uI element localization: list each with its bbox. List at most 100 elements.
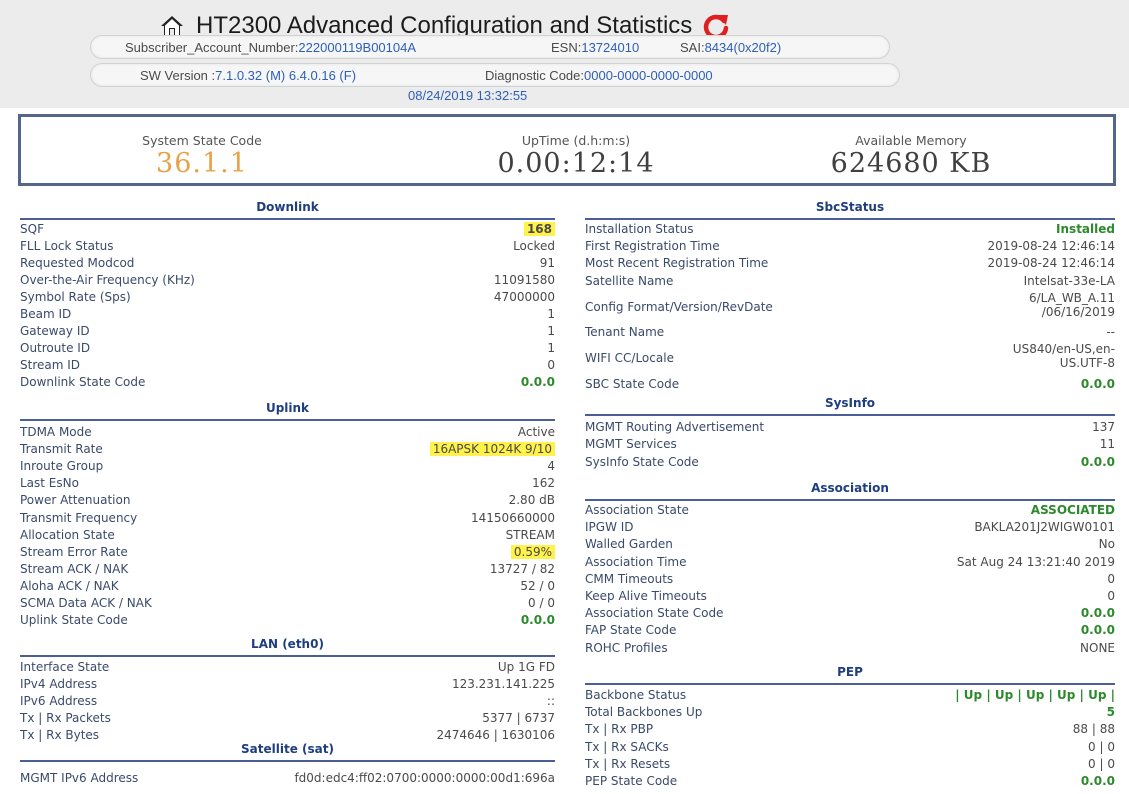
lan-row-label: IPv6 Address: [20, 694, 98, 708]
association-row-label: Association State Code: [585, 606, 724, 621]
satellite-divider: [20, 760, 555, 762]
association-row-value-text: 0: [1107, 571, 1115, 586]
uplink-row: Power Attenuation 2.80 dB: [20, 493, 555, 510]
sbc-row-value-text: 2019-08-24 12:46:14: [987, 256, 1115, 271]
downlink-row-label: Beam ID: [20, 307, 72, 321]
association-row: ROHC Profiles NONE: [585, 641, 1115, 658]
uptime-label: UpTime (d.h:m:s): [521, 133, 631, 148]
lan-row-label: Tx | Rx Packets: [20, 711, 111, 725]
esn: ESN:13724010: [551, 40, 640, 55]
uplink-row: Inroute Group 4: [20, 459, 555, 476]
downlink-row-value-text: 11091580: [493, 273, 555, 287]
sysinfo-section-title: SysInfo: [824, 396, 876, 410]
downlink-row-label: SQF: [20, 222, 44, 236]
pep-row-value: 88 | 88: [1073, 722, 1115, 736]
sysinfo-row: MGMT Services 11: [585, 437, 1115, 454]
lan-row: IPv4 Address 123.231.141.225: [20, 677, 555, 694]
lan-row: Interface State Up 1G FD: [20, 660, 555, 677]
association-row: Association State Code 0.0.0: [585, 606, 1115, 623]
uplink-row-value: 0.59%: [510, 544, 555, 559]
lan-row-label: IPv4 Address: [20, 677, 98, 691]
sysinfo-divider: [585, 414, 1115, 416]
association-row-value: Sat Aug 24 13:21:40 2019: [957, 555, 1115, 569]
association-row-value-text: NONE: [1080, 640, 1115, 655]
downlink-row-label: Symbol Rate (Sps): [20, 290, 131, 304]
uplink-row-value: STREAM: [506, 528, 555, 542]
association-row-value: 0: [1107, 589, 1115, 603]
downlink-row-value: 0: [547, 358, 555, 372]
sysinfo-row: SysInfo State Code 0.0.0: [585, 455, 1115, 472]
sbc-row-value: 2019-08-24 12:46:14: [988, 239, 1115, 253]
pep-row-value: | Up | Up | Up | Up | Up |: [955, 688, 1115, 702]
uplink-row-value-text: 4: [547, 459, 555, 474]
uplink-row-label: Stream Error Rate: [20, 544, 128, 559]
uptime-value: 0.00:12:14: [497, 148, 655, 179]
uplink-row-value: 52 / 0: [520, 579, 555, 593]
downlink-row-label: Outroute ID: [20, 341, 91, 355]
lan-section-title: LAN (eth0): [251, 637, 324, 651]
pep-row-label: Tx | Rx PBP: [585, 722, 654, 737]
uplink-row-value-text: 0 / 0: [528, 596, 555, 610]
sbc-row-value-text: 2019-08-24 12:46:14: [987, 239, 1115, 254]
sysinfo-row: MGMT Routing Advertisement 137: [585, 420, 1115, 437]
uplink-row-value-text: 14150660000: [471, 510, 555, 525]
sbc-row-value-text: --: [1106, 325, 1115, 340]
uplink-row-value: 13727 / 82: [490, 562, 555, 576]
pep-row: Tx | Rx SACKs 0 | 0: [585, 740, 1115, 757]
sbc-row: First Registration Time 2019-08-24 12:46:…: [585, 239, 1115, 256]
system-state-value: 36.1.1: [156, 148, 248, 179]
downlink-row-label: Stream ID: [20, 358, 81, 372]
lan-row-value: ::: [547, 694, 555, 708]
lan-row-value: 123.231.141.225: [452, 677, 555, 691]
downlink-section-title: Downlink: [256, 200, 319, 214]
uplink-section-title: Uplink: [265, 401, 310, 415]
downlink-row: Over-the-Air Frequency (KHz) 11091580: [20, 273, 555, 290]
association-row-value: NONE: [1080, 641, 1115, 655]
lan-row: Tx | Rx Packets 5377 | 6737: [20, 711, 555, 728]
available-memory: Available Memory 624680 KB: [821, 133, 1001, 179]
sysinfo-row-value: 11: [1100, 437, 1115, 451]
lan-row-value-text: 2474646 | 1630106: [436, 728, 555, 742]
memory-value: 624680 KB: [830, 148, 992, 179]
sbc-row-value: 6/LA_WB_A.11/06/16/2019: [1029, 291, 1115, 319]
association-section-title: Association: [811, 481, 889, 495]
sbc-row-label: SBC State Code: [585, 376, 680, 391]
lan-row-value-text: 123.231.141.225: [451, 677, 555, 691]
sysinfo-row-value: 137: [1092, 420, 1115, 434]
uplink-row-value: 14150660000: [471, 511, 555, 525]
pep-row-value: 5: [1107, 705, 1115, 719]
sysinfo-row-value-text: 0.0.0: [1080, 454, 1115, 469]
satellite-row-value-text: fd0d:edc4:ff02:0700:0000:0000:00d1:696a: [294, 771, 555, 785]
sbc-row-label: Installation Status: [585, 222, 694, 236]
pep-row: Tx | Rx Resets 0 | 0: [585, 757, 1115, 774]
association-row: IPGW ID BAKLA201J2WIGW0101: [585, 520, 1115, 537]
pep-row-value: 0 | 0: [1088, 740, 1115, 754]
downlink-row-label: Downlink State Code: [20, 375, 146, 389]
uplink-row-value-text: 13727 / 82: [489, 561, 555, 576]
sbc-row: WIFI CC/Locale US840/en-US,en- US.UTF-8: [585, 342, 1115, 376]
sbc-row: Tenant Name --: [585, 325, 1115, 342]
sw-version: SW Version :7.1.0.32 (M) 6.4.0.16 (F): [140, 68, 357, 83]
downlink-row: FLL Lock Status Locked: [20, 239, 555, 256]
association-row-label: Association State: [585, 503, 689, 517]
downlink-row: Requested Modcod 91: [20, 256, 555, 273]
pep-section-title: PEP: [837, 665, 863, 679]
association-row-value-text: No: [1098, 537, 1115, 552]
downlink-row-value: 1: [547, 341, 555, 355]
association-row-label: Association Time: [585, 554, 687, 569]
pep-row-value-text: 0 | 0: [1088, 739, 1115, 754]
sbc-row-value: Installed: [1056, 222, 1115, 236]
association-row-label: IPGW ID: [585, 520, 634, 535]
association-row: Walled Garden No: [585, 537, 1115, 554]
association-row-label: FAP State Code: [585, 623, 677, 638]
association-row-value: BAKLA201J2WIGW0101: [974, 520, 1115, 534]
sbc-row-value-text: Intelsat-33e-LA: [1023, 273, 1115, 288]
pep-row: Tx | Rx PBP 88 | 88: [585, 722, 1115, 739]
pep-row-value-text: 5: [1106, 705, 1115, 720]
pep-row: Total Backbones Up 5: [585, 705, 1115, 722]
uplink-row-label: Power Attenuation: [20, 493, 131, 508]
pep-row: Backbone Status | Up | Up | Up | Up | Up …: [585, 688, 1115, 705]
downlink-row: Stream ID 0: [20, 358, 555, 375]
uplink-row: Last EsNo 162: [20, 476, 555, 493]
association-row-label: Walled Garden: [585, 537, 673, 552]
